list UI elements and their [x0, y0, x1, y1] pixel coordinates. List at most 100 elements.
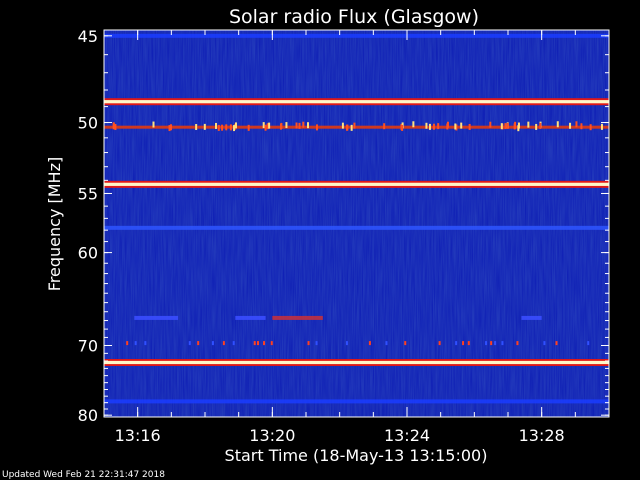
burst-mark [353, 122, 356, 129]
spectrogram-chart: Solar radio Flux (Glasgow) 455055607080 … [2, 6, 610, 480]
band-3 [104, 182, 609, 186]
y-tick-label: 50 [78, 114, 98, 133]
feature-patch [134, 315, 179, 320]
burst-mark [262, 122, 265, 129]
speckle-mark [232, 341, 235, 346]
burst-mark [513, 123, 516, 130]
burst-mark [295, 122, 298, 129]
speckle-mark [270, 341, 273, 346]
burst-mark [195, 124, 198, 131]
speckle-mark [253, 341, 256, 346]
speckle-mark [222, 341, 225, 346]
x-tick-label: 13:24 [384, 426, 430, 445]
feature-patch [272, 315, 323, 320]
burst-mark [569, 122, 572, 129]
speckle-mark [490, 341, 493, 346]
burst-mark [215, 122, 218, 129]
speckle-mark [144, 341, 147, 346]
burst-mark [575, 121, 578, 128]
burst-mark [600, 123, 603, 130]
burst-mark [264, 124, 267, 131]
burst-mark [112, 123, 115, 130]
feature-patch [235, 315, 266, 320]
speckle-mark [587, 341, 590, 346]
speckle-mark [211, 341, 214, 346]
burst-mark [233, 125, 236, 132]
burst-mark [268, 122, 271, 129]
burst-mark [225, 124, 228, 131]
burst-mark [432, 123, 435, 130]
burst-mark [489, 121, 492, 128]
burst-mark [580, 123, 583, 130]
speckle-mark [188, 341, 191, 346]
burst-mark [428, 123, 431, 130]
burst-mark [302, 121, 305, 128]
update-timestamp: Updated Wed Feb 21 22:31:47 2018 [2, 470, 165, 480]
band-4 [104, 225, 609, 230]
burst-mark [229, 124, 232, 131]
speckle-mark [485, 341, 488, 346]
x-tick-label: 13:20 [249, 426, 295, 445]
burst-mark [401, 124, 404, 131]
speckle-mark [455, 341, 458, 346]
burst-mark [341, 122, 344, 129]
burst-mark [221, 124, 224, 131]
y-tick-label: 45 [78, 27, 98, 46]
burst-mark [425, 122, 428, 129]
burst-mark [454, 123, 457, 130]
speckle-mark [368, 341, 371, 346]
burst-mark [247, 124, 250, 131]
speckle-mark [126, 341, 129, 346]
burst-mark [446, 121, 449, 128]
speckle-mark [462, 341, 465, 346]
burst-mark [298, 122, 301, 129]
burst-mark [285, 122, 288, 129]
speckle-mark [467, 341, 470, 346]
burst-mark [306, 122, 309, 129]
burst-mark [506, 122, 509, 129]
feature-patch [521, 315, 542, 320]
burst-mark [152, 121, 155, 128]
burst-mark [539, 122, 542, 129]
burst-mark [315, 124, 318, 131]
burst-mark [170, 124, 173, 131]
speckle-mark [501, 341, 504, 346]
speckle-mark [543, 341, 546, 346]
x-tick-label: 13:16 [115, 426, 161, 445]
band-2 [104, 125, 609, 129]
band-5 [104, 360, 609, 365]
burst-mark [234, 122, 237, 129]
burst-mark [589, 124, 592, 131]
speckle-mark [555, 341, 558, 346]
chart-title: Solar radio Flux (Glasgow) [229, 6, 479, 28]
burst-mark [504, 123, 507, 130]
burst-mark [412, 121, 415, 128]
burst-mark [500, 123, 503, 130]
speckle-mark [494, 341, 497, 346]
plot-area [103, 29, 610, 418]
band-0 [104, 33, 609, 38]
burst-mark [345, 124, 348, 131]
speckle-mark [134, 341, 137, 346]
speckle-mark [516, 341, 519, 346]
burst-mark [280, 122, 283, 129]
speckle-mark [404, 341, 407, 346]
speckle-mark [345, 341, 348, 346]
band-1 [104, 100, 609, 104]
plot-noise [104, 30, 609, 417]
speckle-mark [256, 341, 259, 346]
burst-mark [217, 124, 220, 131]
speckle-mark [438, 341, 441, 346]
y-tick-label: 70 [78, 336, 98, 355]
speckle-mark [315, 341, 318, 346]
speckle-mark [385, 341, 388, 346]
y-axis-label: Frequency [MHz] [45, 157, 64, 291]
burst-mark [460, 122, 463, 129]
burst-mark [437, 123, 440, 130]
speckle-mark [263, 341, 266, 346]
speckle-mark [307, 341, 310, 346]
band-6 [104, 399, 609, 404]
burst-mark [535, 123, 538, 130]
speckle-mark [197, 341, 200, 346]
x-tick-label: 13:28 [519, 426, 565, 445]
